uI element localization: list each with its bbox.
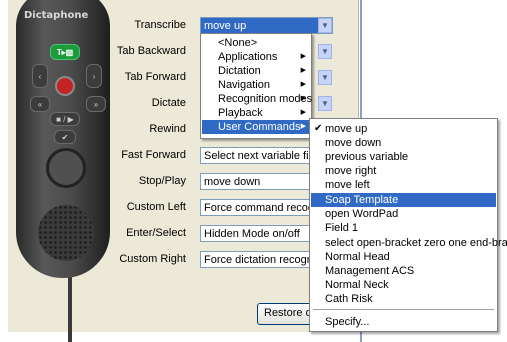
- command-category-menu: <None> Applications ▶ Dictation ▶ Navigati…: [200, 33, 312, 139]
- triangle-right-icon: ▶: [300, 53, 306, 60]
- device-speaker-grille: [38, 205, 94, 261]
- device-record-button[interactable]: [55, 76, 75, 96]
- fast-forward-icon: »: [93, 99, 99, 109]
- label-enter-select: Enter/Select: [126, 227, 186, 239]
- chevron-left-icon: ‹: [38, 71, 42, 81]
- triangle-right-icon: ▶: [300, 95, 306, 102]
- triangle-right-icon: ▶: [300, 123, 306, 130]
- menu-item-none[interactable]: <None>: [202, 36, 310, 50]
- user-commands-submenu: ✔ move up move down previous variable mov…: [309, 118, 507, 332]
- submenu-item-cath-risk[interactable]: Cath Risk: [311, 292, 496, 306]
- device-stop-play-button[interactable]: ■ / ▶: [50, 112, 80, 126]
- menu-item-label: Dictation: [218, 65, 261, 77]
- label-rewind: Rewind: [149, 123, 186, 135]
- triangle-right-icon: ▶: [300, 81, 306, 88]
- menu-item-playback[interactable]: Playback ▶: [202, 106, 310, 120]
- menu-item-dictation[interactable]: Dictation ▶: [202, 64, 310, 78]
- menu-item-label: User Commands: [218, 121, 301, 133]
- label-dictate: Dictate: [151, 97, 186, 109]
- submenu-item-move-down[interactable]: move down: [311, 136, 496, 150]
- menu-item-label: Playback: [218, 107, 263, 119]
- device-fast-forward-button[interactable]: »: [86, 96, 106, 112]
- label-stop-play: Stop/Play: [138, 175, 186, 187]
- device-trackball[interactable]: [46, 148, 86, 188]
- label-fast-forward: Fast Forward: [121, 149, 186, 161]
- chevron-down-icon[interactable]: ▼: [318, 70, 332, 85]
- rewind-icon: «: [37, 99, 43, 109]
- menu-item-recognition-modes[interactable]: Recognition modes ▶: [202, 92, 313, 106]
- device-tab-forward-button[interactable]: ›: [86, 64, 102, 88]
- device-select-button[interactable]: ✔: [54, 130, 76, 144]
- submenu-item-previous-variable[interactable]: previous variable: [311, 150, 496, 164]
- submenu-item-move-left[interactable]: move left: [311, 178, 496, 192]
- device-cable: [68, 268, 72, 342]
- label-custom-left: Custom Left: [126, 201, 186, 213]
- chevron-down-icon[interactable]: ▼: [318, 96, 332, 111]
- menu-item-applications[interactable]: Applications ▶: [202, 50, 310, 64]
- checkmark-icon: ✔: [314, 123, 323, 134]
- label-tab-forward: Tab Forward: [124, 71, 186, 83]
- triangle-right-icon: ▶: [300, 67, 306, 74]
- device-tab-backward-button[interactable]: ‹: [32, 64, 48, 88]
- menu-item-label: Applications: [218, 51, 278, 63]
- device-brand: Dictaphone: [24, 10, 89, 21]
- submenu-item-specify[interactable]: Specify...: [311, 315, 496, 329]
- submenu-item-open-wordpad[interactable]: open WordPad: [311, 207, 496, 221]
- chevron-right-icon: ›: [92, 71, 96, 81]
- label-custom-right: Custom Right: [119, 253, 186, 265]
- device-transcribe-button[interactable]: T▸▥: [50, 44, 80, 60]
- submenu-item-field-1[interactable]: Field 1: [311, 221, 496, 235]
- submenu-item-management-acs[interactable]: Management ACS: [311, 264, 496, 278]
- submenu-item-normal-neck[interactable]: Normal Neck: [311, 278, 496, 292]
- menu-item-label: Navigation: [218, 79, 270, 91]
- submenu-item-soap-template[interactable]: Soap Template: [311, 193, 496, 207]
- triangle-right-icon: ▶: [300, 109, 306, 116]
- menu-item-user-commands[interactable]: User Commands ▶: [202, 120, 310, 134]
- submenu-item-select-bracket[interactable]: select open-bracket zero one end-bracket: [311, 236, 507, 250]
- chevron-down-icon[interactable]: ▼: [318, 44, 332, 59]
- submenu-item-move-right[interactable]: move right: [311, 164, 496, 178]
- label-tab-backward: Tab Backward: [116, 45, 186, 57]
- device-rewind-button[interactable]: «: [30, 96, 50, 112]
- menu-separator: [313, 309, 494, 310]
- transcribe-combo[interactable]: move up: [200, 17, 333, 34]
- menu-item-navigation[interactable]: Navigation ▶: [202, 78, 310, 92]
- submenu-item-normal-head[interactable]: Normal Head: [311, 250, 496, 264]
- label-transcribe: Transcribe: [134, 19, 186, 31]
- submenu-item-label: move up: [325, 123, 368, 135]
- dictaphone-device-image: Dictaphone T▸▥ ‹ › « » ■ / ▶ ✔: [10, 0, 114, 342]
- chevron-down-icon[interactable]: ▼: [318, 18, 332, 33]
- menu-item-label: Recognition modes: [218, 93, 313, 105]
- submenu-item-move-up[interactable]: ✔ move up: [311, 122, 496, 136]
